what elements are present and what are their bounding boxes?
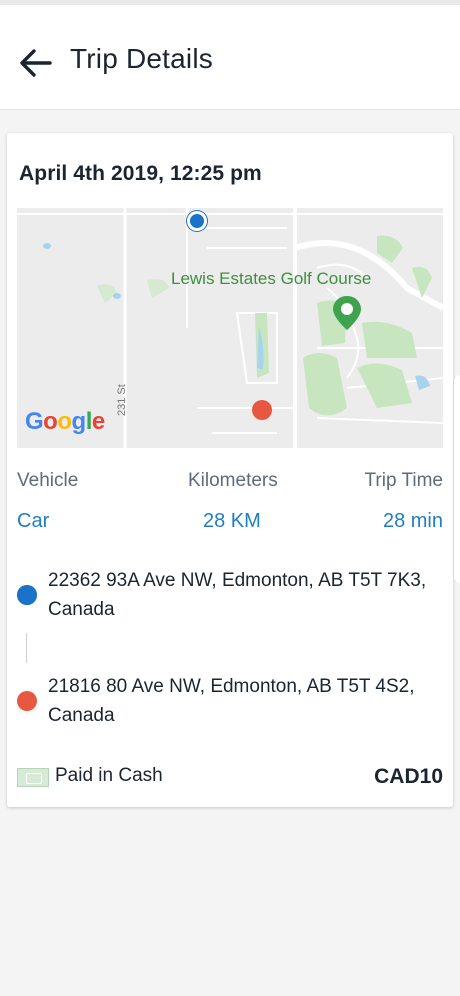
vehicle-value: Car: [17, 510, 50, 532]
cash-icon: [17, 768, 49, 787]
vehicle-label: Vehicle: [17, 470, 79, 491]
arrow-left-icon: [20, 49, 52, 77]
google-logo: Google: [25, 408, 105, 435]
trip-time-value: 28 min: [382, 510, 443, 532]
dropoff-address: 21816 80 Ave NW, Edmonton, AB T5T 4S2, C…: [48, 676, 415, 726]
payment-method: Paid in Cash: [55, 765, 163, 786]
kilometers-value: 28 KM: [203, 510, 261, 532]
fare-amount: CAD10: [374, 765, 443, 788]
trip-time-label: Trip Time: [364, 470, 443, 491]
map-dropoff-marker: [252, 400, 272, 420]
dropoff-dot-icon: [17, 691, 37, 711]
map-pickup-marker: [187, 211, 207, 231]
route-connector: [26, 633, 27, 663]
kilometers-label: Kilometers: [188, 470, 278, 491]
map-street-label: 231 St: [116, 384, 128, 416]
back-button[interactable]: [14, 41, 58, 85]
pickup-address: 22362 93A Ave NW, Edmonton, AB T5T 7K3, …: [48, 570, 427, 620]
edge-panel-handle[interactable]: [453, 375, 460, 583]
pickup-dot-icon: [17, 585, 37, 605]
map-poi-label: Lewis Estates Golf Course: [171, 269, 372, 288]
trip-map[interactable]: Lewis Estates Golf Course 231 St Google: [17, 208, 443, 448]
page-title: Trip Details: [70, 43, 213, 74]
trip-date: April 4th 2019, 12:25 pm: [19, 162, 262, 185]
trip-card: April 4th 2019, 12:25 pm Lewis Estates G…: [7, 133, 453, 807]
app-bar: Trip Details: [0, 5, 460, 110]
